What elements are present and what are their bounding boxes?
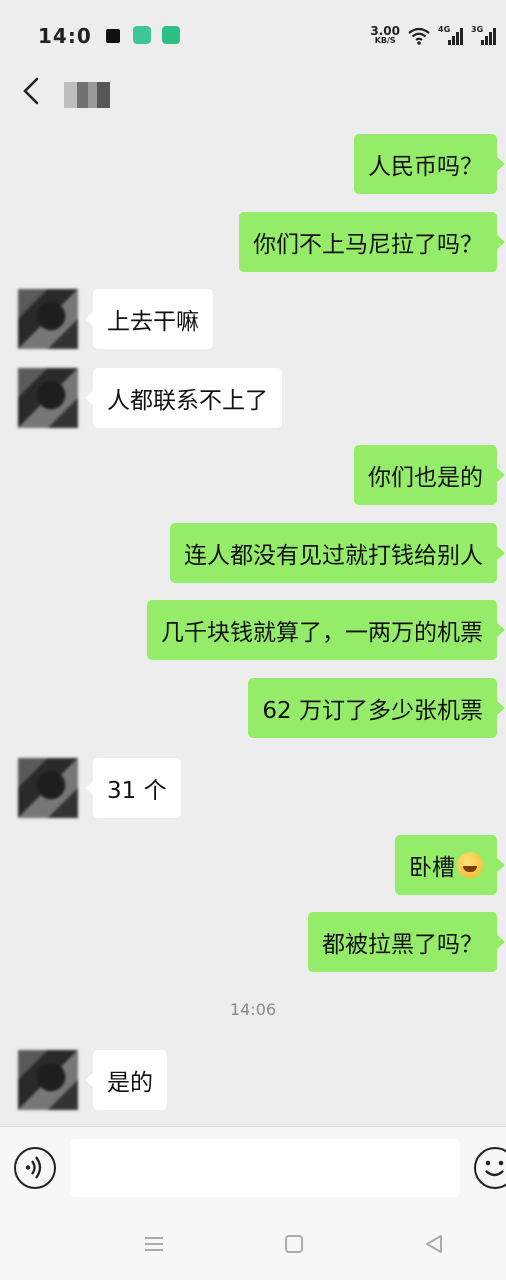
message-bubble-incoming[interactable]: 人都联系不上了 <box>85 368 282 428</box>
chevron-left-icon[interactable] <box>20 76 44 106</box>
message-bubble-incoming[interactable]: 是的 <box>85 1050 167 1110</box>
menu-icon[interactable] <box>142 1232 166 1256</box>
notification-icon <box>106 29 120 43</box>
message-text: 31 个 <box>107 778 167 804</box>
network-speed: 3.00 KB/S <box>370 24 400 45</box>
status-bar: 14:0 3.00 KB/S 4G 3G <box>0 0 506 68</box>
message-bubble-outgoing[interactable]: 62 万订了多少张机票 <box>248 678 505 738</box>
smiley-icon[interactable] <box>474 1147 506 1189</box>
message-text: 你们不上马尼拉了吗？ <box>253 232 483 258</box>
message-bubble-incoming[interactable]: 31 个 <box>85 758 181 818</box>
message-bubble-outgoing[interactable]: 卧槽 <box>395 835 505 895</box>
status-indicators: 3.00 KB/S 4G 3G <box>370 24 496 48</box>
message-text: 上去干嘛 <box>107 309 199 335</box>
signal-4g-icon: 4G <box>438 25 463 45</box>
message-text: 人都联系不上了 <box>107 388 268 414</box>
message-timestamp: 14:06 <box>229 1000 277 1019</box>
home-square-icon[interactable] <box>282 1232 306 1256</box>
status-time: 14:0 <box>38 24 92 48</box>
contact-avatar[interactable] <box>18 1050 78 1110</box>
message-text: 卧槽 <box>409 855 455 881</box>
message-bubble-outgoing[interactable]: 几千块钱就算了，一两万的机票 <box>147 600 505 660</box>
message-bubble-outgoing[interactable]: 人民币吗？ <box>354 134 505 194</box>
message-input[interactable] <box>70 1139 460 1197</box>
message-bubble-outgoing[interactable]: 你们也是的 <box>354 445 505 505</box>
message-text: 是的 <box>107 1070 153 1096</box>
chat-header <box>0 68 506 122</box>
message-text: 连人都没有见过就打钱给别人 <box>184 543 483 569</box>
message-bubble-incoming[interactable]: 上去干嘛 <box>85 289 213 349</box>
app-notification-icon <box>133 26 151 44</box>
smiley-face-icon <box>485 1160 504 1177</box>
voice-wave-icon <box>25 1156 42 1179</box>
message-text: 62 万订了多少张机票 <box>262 698 483 724</box>
message-text: 几千块钱就算了，一两万的机票 <box>161 620 483 646</box>
contact-avatar[interactable] <box>18 368 78 428</box>
input-bar <box>0 1126 506 1210</box>
wifi-icon <box>408 27 430 45</box>
crying-laughing-emoji-icon <box>457 852 483 878</box>
signal-3g-icon: 3G <box>471 25 496 45</box>
message-text: 都被拉黑了吗？ <box>322 932 483 958</box>
chat-notification-icon <box>162 26 180 44</box>
back-triangle-icon[interactable] <box>422 1232 446 1256</box>
message-bubble-outgoing[interactable]: 都被拉黑了吗？ <box>308 912 505 972</box>
contact-avatar[interactable] <box>18 758 78 818</box>
contact-name[interactable] <box>64 82 110 108</box>
message-bubble-outgoing[interactable]: 连人都没有见过就打钱给别人 <box>170 523 505 583</box>
message-text: 你们也是的 <box>368 465 483 491</box>
message-bubble-outgoing[interactable]: 你们不上马尼拉了吗？ <box>239 212 505 272</box>
contact-avatar[interactable] <box>18 289 78 349</box>
voice-icon[interactable] <box>14 1147 56 1189</box>
message-text: 人民币吗？ <box>368 154 483 180</box>
system-nav-bar <box>0 1210 506 1280</box>
